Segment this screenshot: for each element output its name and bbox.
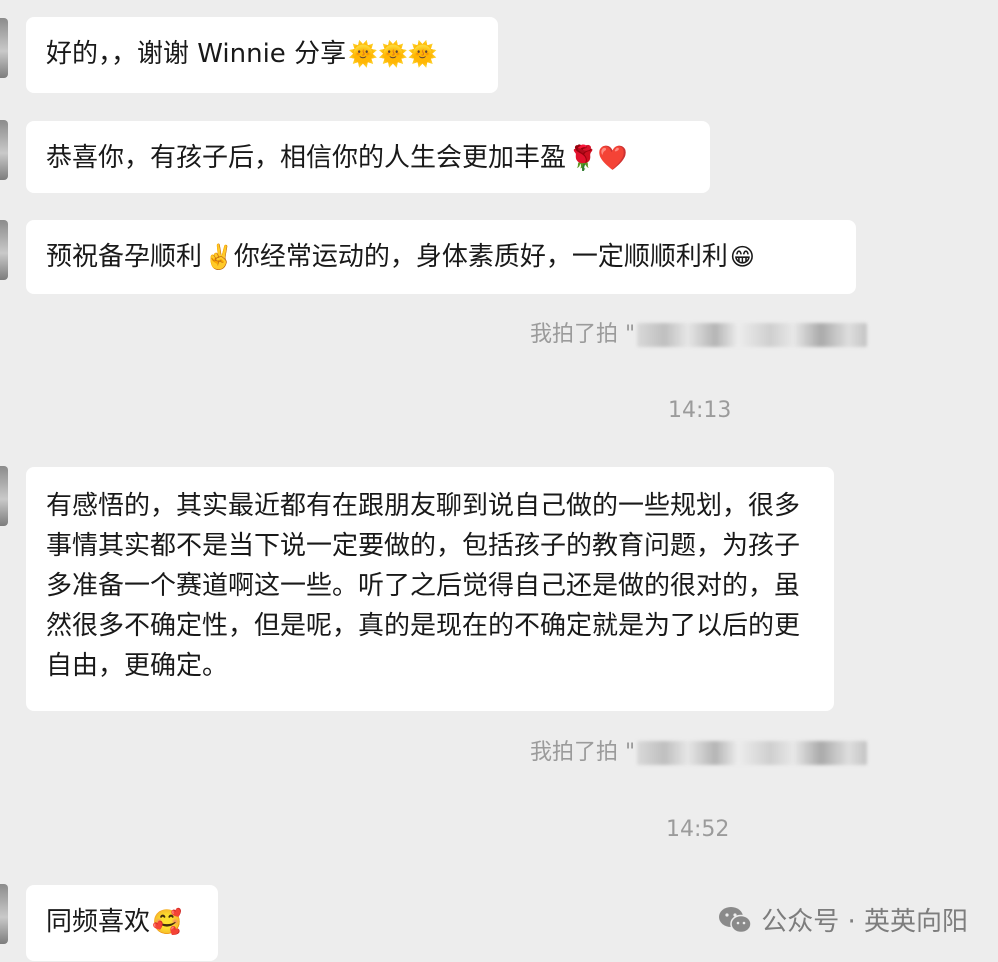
message-bubble[interactable]: 同频喜欢🥰 xyxy=(26,885,218,961)
avatar[interactable] xyxy=(0,466,8,526)
redacted-name xyxy=(637,323,868,347)
pat-text: 我拍了拍 " xyxy=(530,322,636,347)
message-bubble[interactable]: 有感悟的，其实最近都有在跟朋友聊到说自己做的一些规划，很多事情其实都不是当下说一… xyxy=(26,467,834,711)
pat-notice: 我拍了拍 " xyxy=(530,316,868,348)
watermark: 公众号 · 英英向阳 xyxy=(717,901,968,938)
message-text: 你经常运动的，身体素质好，一定顺顺利利 xyxy=(233,242,728,272)
avatar[interactable] xyxy=(0,120,8,180)
victory-hand-icon: ✌️ xyxy=(204,243,234,271)
grin-emoji-icon: 😁 xyxy=(729,243,755,271)
timestamp: 14:52 xyxy=(666,817,730,842)
avatar[interactable] xyxy=(0,884,8,944)
rose-heart-emoji-icon: 🌹❤️ xyxy=(568,144,628,172)
timestamp: 14:13 xyxy=(668,398,732,423)
smiling-hearts-emoji-icon: 🥰 xyxy=(152,908,182,936)
message-text: 预祝备孕顺利 xyxy=(46,242,203,272)
sun-emoji-icon: 🌞🌞🌞 xyxy=(348,40,438,68)
message-bubble[interactable]: 恭喜你，有孩子后，相信你的人生会更加丰盈🌹❤️ xyxy=(26,121,710,193)
message-bubble[interactable]: 好的，，谢谢 Winnie 分享🌞🌞🌞 xyxy=(26,17,498,93)
message-text: 有感悟的，其实最近都有在跟朋友聊到说自己做的一些规划，很多事情其实都不是当下说一… xyxy=(46,491,801,681)
watermark-label: 公众号 · 英英向阳 xyxy=(761,907,968,937)
pat-text: 我拍了拍 " xyxy=(530,740,636,765)
message-text: 同频喜欢 xyxy=(46,907,151,937)
chat-conversation: 好的，，谢谢 Winnie 分享🌞🌞🌞 恭喜你，有孩子后，相信你的人生会更加丰盈… xyxy=(0,0,998,962)
message-bubble[interactable]: 预祝备孕顺利✌️你经常运动的，身体素质好，一定顺顺利利😁 xyxy=(26,220,856,294)
avatar[interactable] xyxy=(0,220,8,280)
message-text: 好的，，谢谢 Winnie 分享 xyxy=(46,39,347,69)
wechat-icon xyxy=(719,906,752,933)
message-text: 恭喜你，有孩子后，相信你的人生会更加丰盈 xyxy=(46,143,567,173)
redacted-name xyxy=(637,741,868,765)
avatar[interactable] xyxy=(0,18,8,78)
pat-notice: 我拍了拍 " xyxy=(530,734,868,766)
